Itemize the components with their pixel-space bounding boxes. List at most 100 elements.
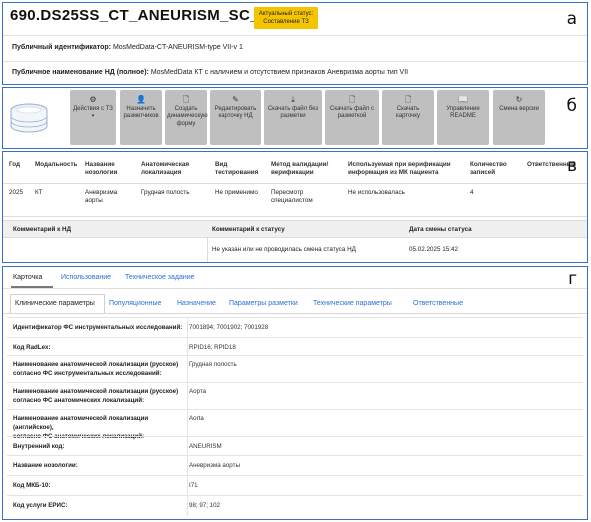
column-header: Вид тестирования <box>215 161 258 177</box>
header-line: Название <box>85 161 115 168</box>
header-line: тестирования <box>215 169 259 176</box>
table-cell: Не применимо <box>215 189 258 197</box>
param-value: I71 <box>189 482 198 489</box>
param-value: 98; 97; 102 <box>189 502 220 509</box>
header-line: Используемая при верификации <box>348 161 451 168</box>
dataset-title: 690.DS25SS_CT_ANEURISM_SC_1.0.0 <box>10 7 294 24</box>
table-cell: Грудная полость <box>141 189 190 197</box>
database-icon <box>9 102 49 138</box>
label-line: Наименование анатомической локализации (… <box>13 415 149 431</box>
assign-annotators-button[interactable]: 👤 Назначить разметчиков <box>120 90 162 145</box>
button-label-line: Создать <box>174 106 198 112</box>
button-label-line: карточку НД <box>218 113 253 120</box>
label-line: Код МКБ-10: <box>13 482 51 489</box>
status-badge: Актуальный статус: Составление ТЗ <box>254 7 318 29</box>
param-value: RPID16; RPID18 <box>189 344 236 351</box>
dataset-table-panel: Год Модальность Название нозологии Анатомиче… <box>2 151 588 263</box>
cell-line: Не использовалась <box>348 189 405 196</box>
edit-card-button[interactable]: ✎ Редактировать карточку НД <box>210 90 261 145</box>
actions-tz-button[interactable]: ⚙ Действия с ТЗ ▾ <box>70 90 116 145</box>
status-date-value: 05.02.2025 15:42 <box>409 246 459 253</box>
param-row: Код RadLex: RPID16; RPID18 <box>7 337 583 356</box>
param-row: Код МКБ-10: I71 <box>7 475 583 496</box>
subtab-technical-params[interactable]: Технические параметры <box>313 300 392 307</box>
param-row: Наименование анатомической локализации (… <box>7 409 583 440</box>
public-id-value: MosMedData-CT-ANEURISM-type VII-v 1 <box>112 44 243 51</box>
param-value: Aorta <box>189 415 204 422</box>
form-icon: 🗋 <box>182 95 190 104</box>
label-line: согласно ФС анатомических локализаций: <box>13 397 145 404</box>
manage-readme-button[interactable]: 📖 Управление README <box>437 90 489 145</box>
button-label-line: разметки <box>280 113 306 120</box>
public-name-row: Публичное наименование НД (полное): MosM… <box>3 61 587 83</box>
param-value: Аорта <box>189 388 207 395</box>
download-annotated-button[interactable]: 🗋 Скачать файл с разметкой <box>325 90 379 145</box>
divider <box>187 496 188 516</box>
header-line: Количество <box>470 161 507 168</box>
divider <box>187 456 188 476</box>
book-icon: 📖 <box>458 95 468 104</box>
param-value: Грудная полость <box>189 361 237 368</box>
cell-line: 4 <box>470 189 474 196</box>
download-raw-button[interactable]: ⤓ Скачать файл без разметки <box>264 90 322 145</box>
cell-line: Аневризма <box>85 189 118 196</box>
param-value: 7001894; 7001902; 7001928 <box>189 324 269 331</box>
table-cell: 2025 <box>9 189 23 197</box>
column-header: Год <box>9 161 20 169</box>
file-icon: 🗋 <box>348 95 356 104</box>
button-label-line: разметкой <box>337 113 367 120</box>
button-label-line: Скачать карточку <box>395 106 420 120</box>
param-row: Идентификатор ФС инструментальных исслед… <box>7 317 583 338</box>
column-header: Анатомическая локализация <box>141 161 189 177</box>
header-line: Год <box>9 161 21 168</box>
table-cell: КТ <box>35 189 43 197</box>
comment-header-band <box>3 220 587 238</box>
button-label-line: Скачать файл без <box>267 106 319 112</box>
label-line: согласно ФС инструментальных исследовани… <box>13 370 162 377</box>
download-card-button[interactable]: 🗋 Скачать карточку <box>382 90 434 145</box>
header-line: локализация <box>141 169 182 176</box>
param-label: Наименование анатомической локализации (… <box>13 387 183 405</box>
tab-usage[interactable]: Использование <box>61 274 111 281</box>
button-label-line: динамическую <box>167 113 208 120</box>
public-name-value: MosMedData КТ с наличием и отсутствием п… <box>150 69 409 76</box>
header-line: Вид <box>215 161 228 168</box>
divider <box>187 437 188 456</box>
label-line: Наименование анатомической локализации (… <box>13 388 179 395</box>
header-line: информация из МК пациента <box>348 169 439 176</box>
param-row: Код услуги ЕРИС: 98; 97; 102 <box>7 495 583 516</box>
tab-card[interactable]: Карточка <box>13 274 42 281</box>
divider <box>187 476 188 496</box>
dataset-header-panel: 690.DS25SS_CT_ANEURISM_SC_1.0.0 Актуальн… <box>2 2 588 85</box>
header-line: записей <box>470 169 496 176</box>
person-add-icon: 👤 <box>136 95 146 104</box>
divider <box>3 216 587 217</box>
param-value: ANEURISM <box>189 443 222 450</box>
tab-technical-task[interactable]: Техническое задание <box>125 274 195 281</box>
subtab-markup-params[interactable]: Параметры разметки <box>229 300 298 307</box>
cell-line: Грудная полость <box>141 189 190 196</box>
status-label: Актуальный статус: <box>258 11 314 17</box>
header-line: Метод валидации/ <box>271 161 329 168</box>
subtab-population[interactable]: Популяционные <box>109 300 161 307</box>
header-line: нозологии <box>85 169 118 176</box>
button-label-line: Управление <box>446 106 480 112</box>
panel-label-b: б <box>566 96 577 116</box>
param-row: Наименование анатомической локализации (… <box>7 382 583 410</box>
cell-line: 2025 <box>9 189 24 196</box>
change-version-button[interactable]: ↻ Смена версии <box>493 90 545 145</box>
comment-nd-header: Комментарий к НД <box>13 226 72 233</box>
divider <box>3 313 587 314</box>
param-label: Внутренний код: <box>13 442 183 451</box>
column-header: Модальность <box>35 161 77 169</box>
subtab-purpose[interactable]: Назначение <box>177 300 216 307</box>
divider <box>3 183 587 184</box>
create-form-button[interactable]: 🗋 Создать динамическую форму <box>165 90 208 145</box>
divider <box>187 410 188 437</box>
param-label: Название нозологии: <box>13 461 183 470</box>
status-value: Составление ТЗ <box>263 19 309 25</box>
subtab-clinical[interactable]: Клинические параметры <box>15 300 95 307</box>
table-cell: Не использовалась <box>348 189 405 197</box>
cell-line: КТ <box>35 189 43 196</box>
subtab-responsible[interactable]: Ответственные <box>413 300 463 307</box>
